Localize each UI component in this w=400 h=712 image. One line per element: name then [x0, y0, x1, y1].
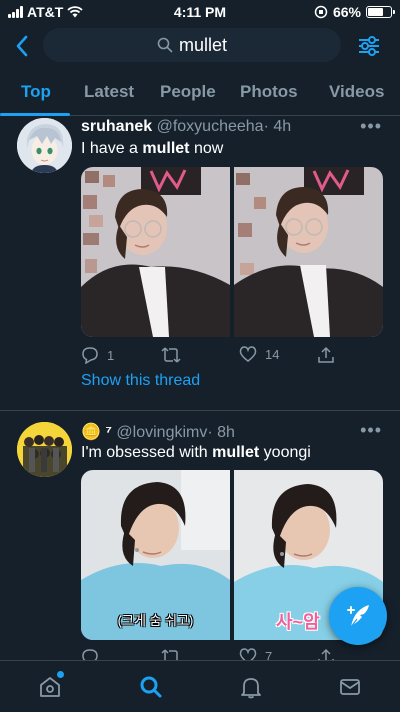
- tweet-header: sruhanek @foxyucheeha· 4h: [81, 118, 291, 136]
- battery-info: 66%: [314, 4, 395, 20]
- nav-messages[interactable]: [336, 673, 364, 701]
- reply-count: 1: [107, 347, 115, 363]
- more-options-button[interactable]: •••: [360, 420, 382, 441]
- tab-videos[interactable]: Videos: [329, 72, 384, 116]
- photo-image: [234, 167, 383, 337]
- tab-people[interactable]: People: [160, 72, 216, 116]
- tweet-text-part: I'm obsessed with: [81, 444, 213, 461]
- tweet-time: · 8h: [207, 424, 235, 441]
- display-name[interactable]: sruhanek: [81, 118, 152, 135]
- tweet-divider: [0, 410, 400, 411]
- explore-icon: [140, 676, 162, 698]
- tab-latest[interactable]: Latest: [84, 72, 134, 116]
- search-filter-button[interactable]: [356, 32, 382, 60]
- battery-percent: 66%: [332, 4, 361, 20]
- like-button[interactable]: 14: [239, 346, 279, 362]
- highlighted-keyword: mullet: [212, 444, 260, 461]
- tweet-photo-1[interactable]: [81, 167, 230, 337]
- user-handle[interactable]: @lovingkimv: [116, 424, 207, 441]
- like-count: 7: [265, 648, 273, 661]
- search-icon: [157, 37, 173, 53]
- search-tabs: Top Latest People Photos Videos: [0, 72, 400, 116]
- tweet-text: I'm obsessed with mullet yoongi: [81, 444, 311, 462]
- notifications-icon: [241, 678, 261, 699]
- tweet-time: · 4h: [263, 118, 292, 135]
- avatar[interactable]: [17, 118, 72, 173]
- reply-button[interactable]: 1: [81, 346, 114, 364]
- share-icon: [318, 648, 334, 660]
- nav-explore[interactable]: [137, 673, 165, 701]
- tweet-actions: 1 14: [81, 346, 341, 366]
- video-subtitle: (크게 숨 쉬고): [117, 613, 194, 628]
- more-options-button[interactable]: •••: [360, 116, 382, 137]
- photo-image: [81, 167, 230, 337]
- messages-icon: [340, 679, 360, 695]
- display-name[interactable]: 🪙 ⁷: [81, 424, 112, 441]
- avatar[interactable]: [17, 422, 72, 477]
- tweet-header: 🪙 ⁷ @lovingkimv· 8h: [81, 422, 235, 442]
- retweet-button[interactable]: [161, 648, 181, 660]
- battery-icon: [366, 6, 395, 18]
- tweet-text-part: yoongi: [259, 444, 311, 461]
- reply-icon: [82, 649, 98, 660]
- orientation-lock-icon: [314, 5, 328, 19]
- status-bar: AT&T 4:11 PM 66%: [0, 0, 400, 24]
- user-handle[interactable]: @foxyucheeha: [157, 118, 264, 135]
- like-icon: [239, 648, 257, 660]
- search-header: mullet: [0, 24, 400, 68]
- avatar-image: [17, 422, 72, 477]
- more-icon: •••: [360, 420, 382, 440]
- tweet-actions: 7: [81, 648, 341, 660]
- share-icon: [318, 346, 334, 363]
- compose-tweet-button[interactable]: [329, 587, 387, 645]
- bottom-navigation: [0, 660, 400, 712]
- tweet[interactable]: sruhanek @foxyucheeha· 4h ••• I have a m…: [0, 116, 400, 410]
- home-notification-dot: [57, 671, 64, 678]
- search-query: mullet: [178, 34, 227, 55]
- tweet-photo-2[interactable]: [234, 167, 383, 337]
- video-subtitle: 사~암: [276, 612, 320, 632]
- tab-photos[interactable]: Photos: [240, 72, 298, 116]
- like-button[interactable]: 7: [239, 648, 272, 660]
- battery-fill: [368, 8, 383, 16]
- share-button[interactable]: [317, 648, 335, 660]
- home-icon: [40, 677, 60, 697]
- search-input[interactable]: mullet: [43, 28, 341, 62]
- back-button[interactable]: [10, 32, 34, 60]
- nav-notifications[interactable]: [237, 673, 265, 701]
- avatar-image: [17, 118, 72, 173]
- nav-home[interactable]: [36, 671, 64, 701]
- show-thread-link[interactable]: Show this thread: [81, 372, 200, 390]
- like-icon: [239, 346, 257, 362]
- tweet-media: [81, 167, 383, 337]
- back-icon: [16, 35, 28, 57]
- tweet-text-part: now: [189, 140, 224, 157]
- tweet-text-part: I have a: [81, 140, 143, 157]
- like-count: 14: [265, 346, 280, 362]
- tweet-text: I have a mullet now: [81, 140, 223, 158]
- more-icon: •••: [360, 116, 382, 136]
- share-button[interactable]: [317, 346, 335, 364]
- tweet-video-1[interactable]: (크게 숨 쉬고): [81, 470, 230, 640]
- reply-button[interactable]: [81, 648, 99, 660]
- compose-icon: [347, 605, 369, 628]
- tab-top[interactable]: Top: [21, 72, 51, 116]
- retweet-icon: [161, 347, 181, 363]
- retweet-icon: [161, 649, 178, 660]
- retweet-button[interactable]: [161, 346, 181, 364]
- highlighted-keyword: mullet: [142, 140, 190, 157]
- filter-icon: [359, 36, 379, 56]
- reply-icon: [82, 347, 98, 364]
